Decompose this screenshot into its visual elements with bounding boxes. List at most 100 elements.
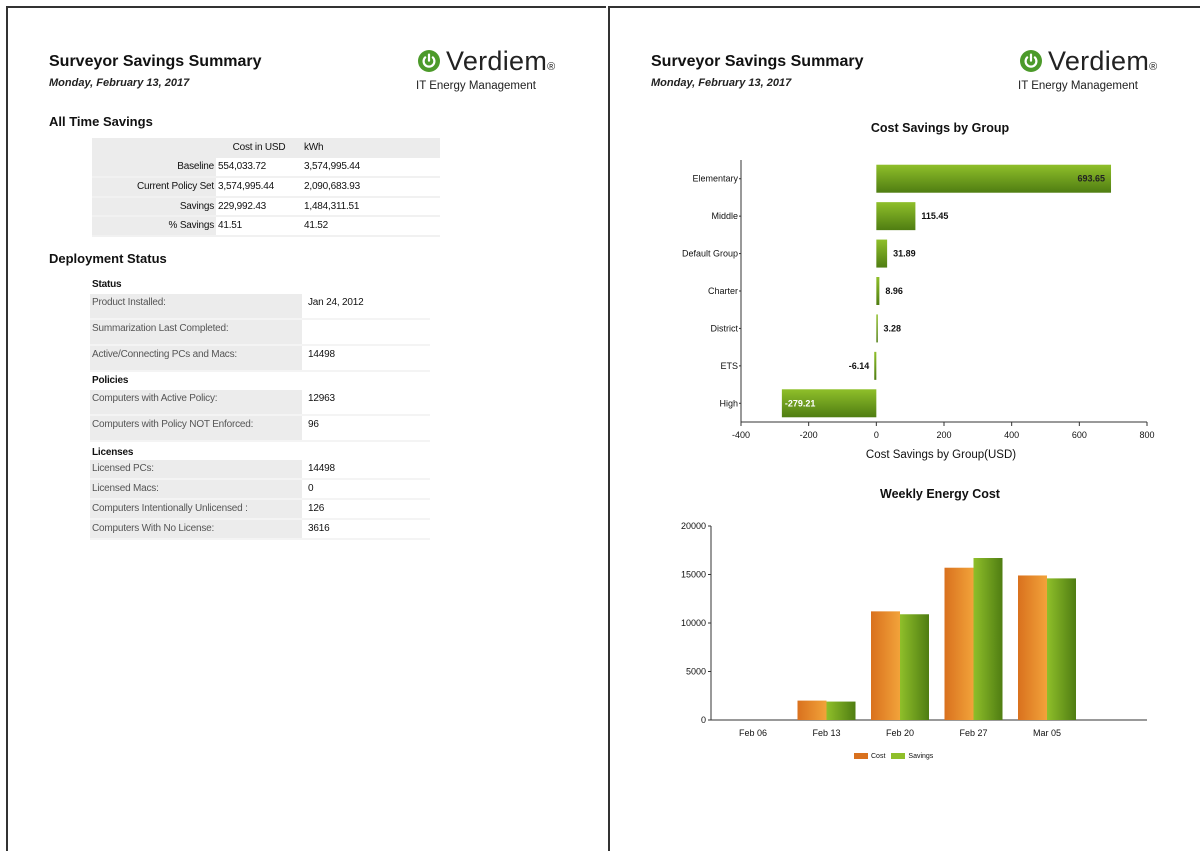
cost-cell: 554,033.72 [216,157,302,178]
report-date: Monday, February 13, 2017 [49,77,190,89]
kwh-cell: 2,090,683.93 [302,177,440,198]
kwh-cell: 1,484,311.51 [302,196,440,217]
item-value: 14498 [308,349,335,360]
item-label: Computers with Active Policy: [90,390,302,414]
item-label: Active/Connecting PCs and Macs: [90,346,302,370]
item-label: Computers With No License: [90,520,302,538]
category-label: Middle [711,211,738,221]
cost-cell: 41.51 [216,216,302,237]
item-value: 0 [308,483,314,494]
data-label: 8.96 [885,286,903,296]
x-tick-label: Feb 06 [739,728,767,738]
bar [876,277,880,305]
item-value: 12963 [308,393,335,404]
row-label: Savings [92,196,216,217]
group-title: Licenses [92,447,134,458]
legend-swatch [891,753,906,760]
verdiem-logo: Verdiem® IT Energy Management [1014,46,1174,96]
group-title: Status [92,279,122,290]
bar [876,314,878,343]
bar-savings [1047,578,1076,720]
x-tick-label: 800 [1139,430,1154,440]
item-value: 3616 [308,523,330,534]
list-item: Licensed Macs: 0 [90,480,430,500]
table-row: Current Policy Set 3,574,995.44 2,090,68… [92,177,440,198]
item-value: Jan 24, 2012 [308,297,364,308]
category-label: High [719,398,738,408]
y-tick-label: 20000 [681,521,706,531]
bar-savings [900,614,929,720]
data-label: 693.65 [1077,174,1105,184]
row-label: Baseline [92,157,216,178]
chart-title-cost-savings: Cost Savings by Group [870,121,1010,135]
list-item: Computers Intentionally Unlicensed : 126 [90,500,430,520]
report-title: Surveyor Savings Summary [49,53,262,70]
x-tick-label: 0 [874,430,879,440]
list-item: Product Installed: Jan 24, 2012 [90,294,430,320]
kwh-cell: 41.52 [302,216,440,237]
x-tick-label: Feb 13 [812,728,840,738]
logo-brand: Verdiem® [446,46,556,76]
table-row: Baseline 554,033.72 3,574,995.44 [92,157,440,178]
col-cost-header: Cost in USD [216,138,302,158]
all-time-savings-title: All Time Savings [49,114,153,129]
power-icon [1020,50,1042,72]
x-tick-label: 200 [936,430,951,440]
data-label: 115.45 [921,211,948,221]
group-title: Policies [92,375,129,386]
cost-cell: 229,992.43 [216,196,302,217]
row-label: Current Policy Set [92,177,216,198]
report-page-right: Surveyor Savings Summary Monday, Februar… [608,6,1200,851]
data-label: 31.89 [893,249,916,259]
report-date: Monday, February 13, 2017 [651,77,792,89]
category-label: Default Group [682,249,738,259]
item-label: Summarization Last Completed: [90,320,302,344]
item-label: Licensed PCs: [90,460,302,478]
table-row: Savings 229,992.43 1,484,311.51 [92,196,440,217]
list-item: Computers With No License: 3616 [90,520,430,540]
all-time-savings-table: Cost in USD kWh Baseline 554,033.72 3,57… [92,138,440,237]
list-item: Summarization Last Completed: [90,320,430,346]
bar-cost [944,567,974,720]
kwh-cell: 3,574,995.44 [302,157,440,178]
bar-cost [871,611,900,720]
bar [876,239,888,268]
category-label: Elementary [692,174,738,184]
logo-brand: Verdiem® [1048,46,1158,76]
item-value: 126 [308,503,325,514]
cost-savings-by-group-chart: -400 -200 0 200 400 600 800 Cost Savings by Gro… [682,160,1155,461]
list-item: Licensed PCs: 14498 [90,460,430,480]
y-tick-label: 5000 [686,667,706,677]
item-label: Licensed Macs: [90,480,302,498]
bar-savings [973,558,1003,720]
data-label: -6.14 [849,361,870,371]
bar-savings [826,701,856,720]
item-value: 96 [308,419,319,430]
list-item: Active/Connecting PCs and Macs: 14498 [90,346,430,372]
category-label: District [711,323,739,333]
deployment-status-title: Deployment Status [49,251,167,266]
bar-cost [797,700,827,720]
x-tick-label: -400 [732,430,750,440]
row-label: % Savings [92,216,216,237]
x-tick-label: Feb 20 [886,728,914,738]
bar [876,164,1112,193]
table-header-row: Cost in USD kWh [92,138,440,158]
item-value [302,320,430,344]
legend-swatch [854,753,868,760]
data-label: 3.28 [883,323,901,333]
bar [874,351,877,380]
list-item: Computers with Policy NOT Enforced: 96 [90,416,430,442]
power-icon [418,50,440,72]
logo-tagline: IT Energy Management [1018,80,1138,92]
report-page-left: Surveyor Savings Summary Monday, Februar… [6,6,606,851]
item-label: Computers Intentionally Unlicensed : [90,500,302,518]
y-tick-label: 15000 [681,570,706,580]
chart-title-weekly-energy: Weekly Energy Cost [880,487,1000,501]
bar-cost [1018,575,1047,720]
item-value: 14498 [308,463,335,474]
list-item: Computers with Active Policy: 12963 [90,390,430,416]
chart-legend: Cost Savings [854,753,933,760]
x-tick-label: Feb 27 [959,728,987,738]
data-label: -279.21 [785,398,816,408]
